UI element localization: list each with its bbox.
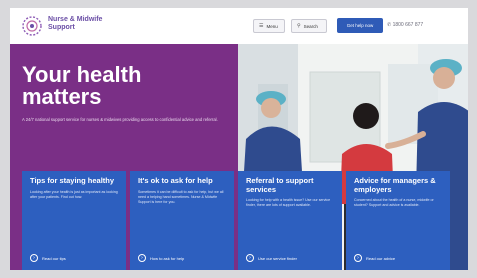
card-link-label: Use our service finder bbox=[258, 255, 297, 261]
site-header: Nurse & Midwife Support ☰ Menu ⚲ Search … bbox=[10, 8, 468, 44]
menu-button[interactable]: ☰ Menu bbox=[253, 19, 285, 33]
card-link-label: Read our advice bbox=[366, 255, 396, 261]
card-link-label: How to ask for help bbox=[150, 255, 185, 261]
arrow-circle-icon: › bbox=[138, 254, 146, 262]
logo-icon[interactable] bbox=[20, 14, 44, 38]
card-tips[interactable]: Tips for staying healthy Looking after y… bbox=[22, 171, 126, 270]
feature-cards: Tips for staying healthy Looking after y… bbox=[10, 171, 468, 270]
card-ask-for-help[interactable]: It's ok to ask for help Sometimes it can… bbox=[130, 171, 234, 270]
search-icon: ⚲ bbox=[297, 23, 301, 29]
card-managers[interactable]: Advice for managers & employers Concerne… bbox=[346, 171, 450, 270]
card-title: Tips for staying healthy bbox=[30, 176, 115, 185]
search-button[interactable]: ⚲ Search bbox=[291, 19, 327, 33]
menu-label: Menu bbox=[266, 23, 278, 29]
arrow-circle-icon: › bbox=[30, 254, 38, 262]
card-title: Advice for managers & employers bbox=[354, 176, 436, 194]
card-link[interactable]: › Use our service finder bbox=[246, 254, 297, 262]
hero-title: Your health matters bbox=[22, 64, 232, 108]
card-link[interactable]: › Read our advice bbox=[354, 254, 395, 262]
arrow-circle-icon: › bbox=[354, 254, 362, 262]
hero-title-line-2: matters bbox=[22, 84, 102, 109]
brand-line-1: Nurse & Midwife bbox=[48, 16, 103, 23]
card-body: Concerned about the health of a nurse, m… bbox=[354, 198, 434, 208]
card-link-label: Read our tips bbox=[42, 255, 66, 261]
card-title: Referral to support services bbox=[246, 176, 314, 194]
brand-name[interactable]: Nurse & Midwife Support bbox=[48, 16, 102, 32]
hamburger-icon: ☰ bbox=[259, 23, 264, 29]
card-title: It's ok to ask for help bbox=[138, 176, 213, 185]
card-body: Looking after your health is just as imp… bbox=[30, 189, 118, 199]
phone-number[interactable]: ✆ 1800 667 877 bbox=[387, 22, 423, 28]
phone-text: 1800 667 877 bbox=[392, 22, 424, 28]
card-referral[interactable]: Referral to support services Looking for… bbox=[238, 171, 342, 270]
card-link[interactable]: › Read our tips bbox=[30, 254, 66, 262]
card-body: Looking for help with a health issue? Us… bbox=[246, 198, 331, 208]
search-label: Search bbox=[303, 23, 318, 29]
phone-icon: ✆ bbox=[387, 22, 392, 28]
card-body: Sometimes it can be difficult to ask for… bbox=[138, 189, 224, 204]
brand-line-2: Support bbox=[48, 24, 75, 31]
arrow-circle-icon: › bbox=[246, 254, 254, 262]
hero-subtitle: A 24/7 national support service for nurs… bbox=[22, 117, 218, 122]
page-frame: Nurse & Midwife Support ☰ Menu ⚲ Search … bbox=[10, 8, 468, 270]
card-link[interactable]: › How to ask for help bbox=[138, 254, 184, 262]
get-help-button[interactable]: Get help now bbox=[337, 18, 383, 33]
